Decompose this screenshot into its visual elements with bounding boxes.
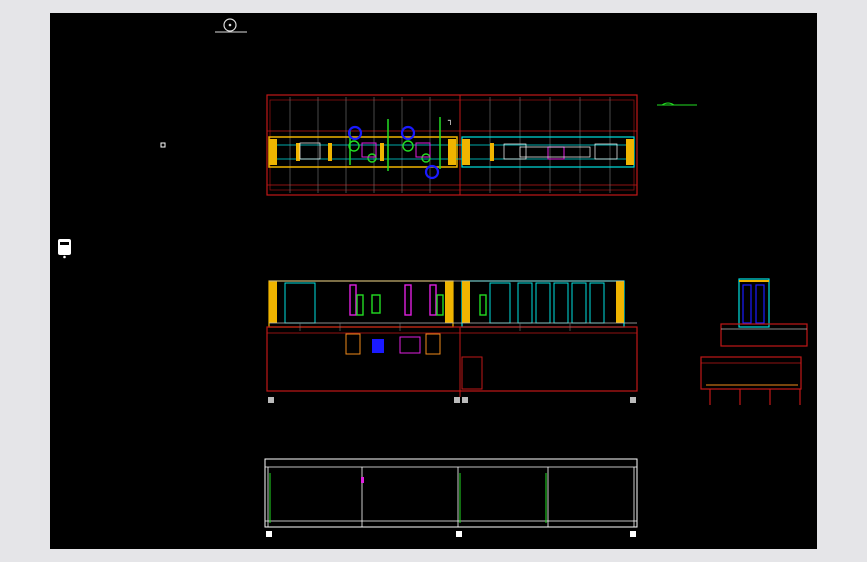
triad-icon bbox=[160, 142, 166, 148]
base-frame-view bbox=[264, 458, 638, 537]
svg-text:┐: ┐ bbox=[447, 116, 453, 126]
green-symbol bbox=[657, 102, 697, 106]
front-view bbox=[266, 280, 638, 403]
side-view bbox=[700, 278, 808, 405]
printer-icon[interactable] bbox=[58, 239, 71, 259]
top-view: ┐ bbox=[266, 94, 638, 196]
view-cube-icon[interactable] bbox=[215, 18, 247, 33]
cad-viewport[interactable]: ┐ bbox=[50, 13, 817, 549]
cad-drawing: ┐ bbox=[58, 18, 808, 537]
